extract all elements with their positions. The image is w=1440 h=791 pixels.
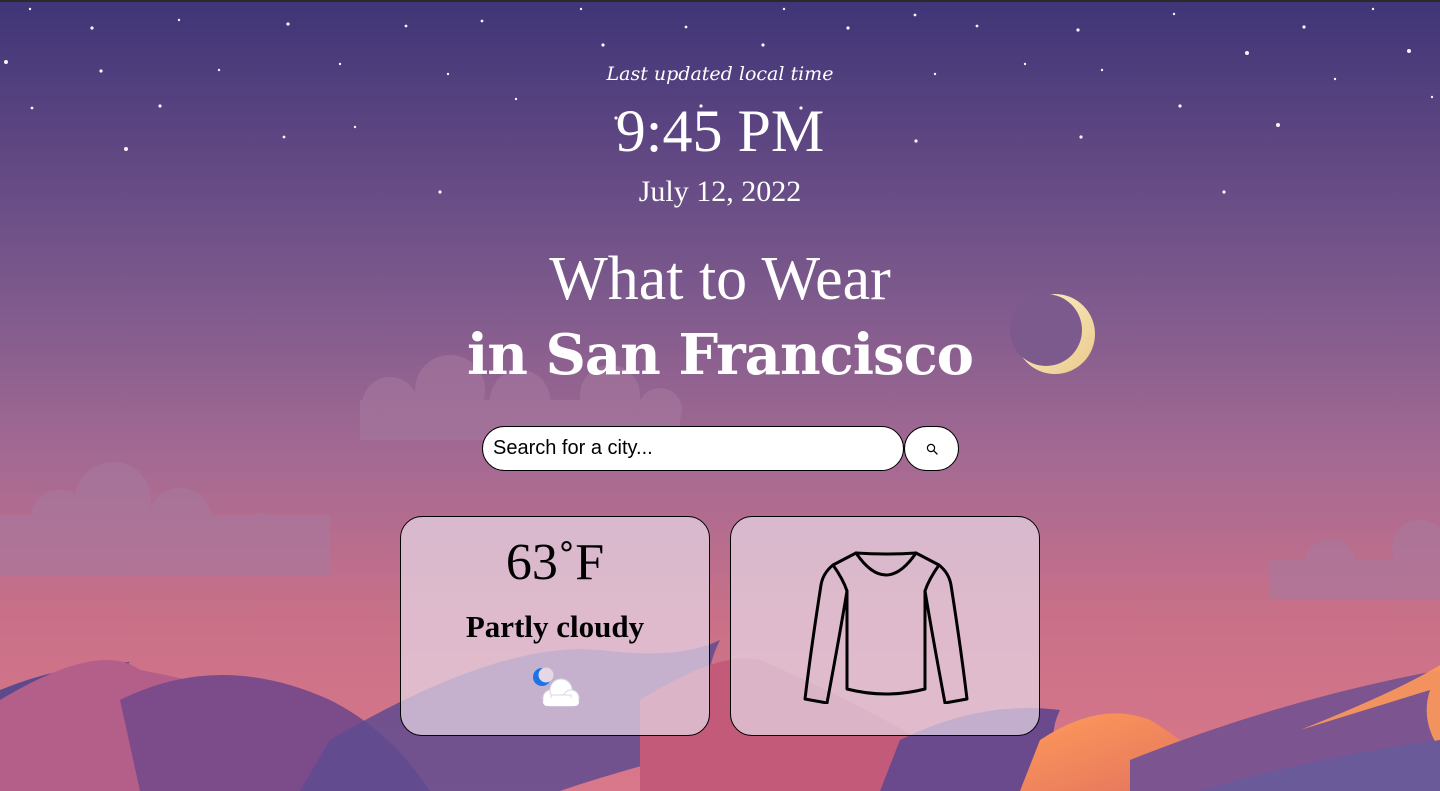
- weather-card: 63˚F Partly cloudy: [400, 516, 710, 736]
- local-date: July 12, 2022: [638, 175, 802, 208]
- search-button[interactable]: [904, 426, 959, 471]
- long-sleeve-shirt-icon: [803, 551, 969, 704]
- page-title-city: in San Francisco: [466, 322, 974, 388]
- last-updated-label: Last updated local time: [606, 63, 834, 85]
- page-title-line1: What to Wear: [549, 245, 891, 313]
- main-content: Last updated local time 9:45 PM July 12,…: [0, 0, 1440, 791]
- clothing-card: [730, 516, 1040, 736]
- local-time: 9:45 PM: [615, 98, 825, 164]
- moon-cloud-icon: [533, 667, 580, 707]
- temperature: 63˚F: [505, 534, 605, 591]
- weather-condition: Partly cloudy: [465, 609, 645, 644]
- city-search-input[interactable]: [482, 426, 904, 471]
- search-icon: [926, 443, 938, 455]
